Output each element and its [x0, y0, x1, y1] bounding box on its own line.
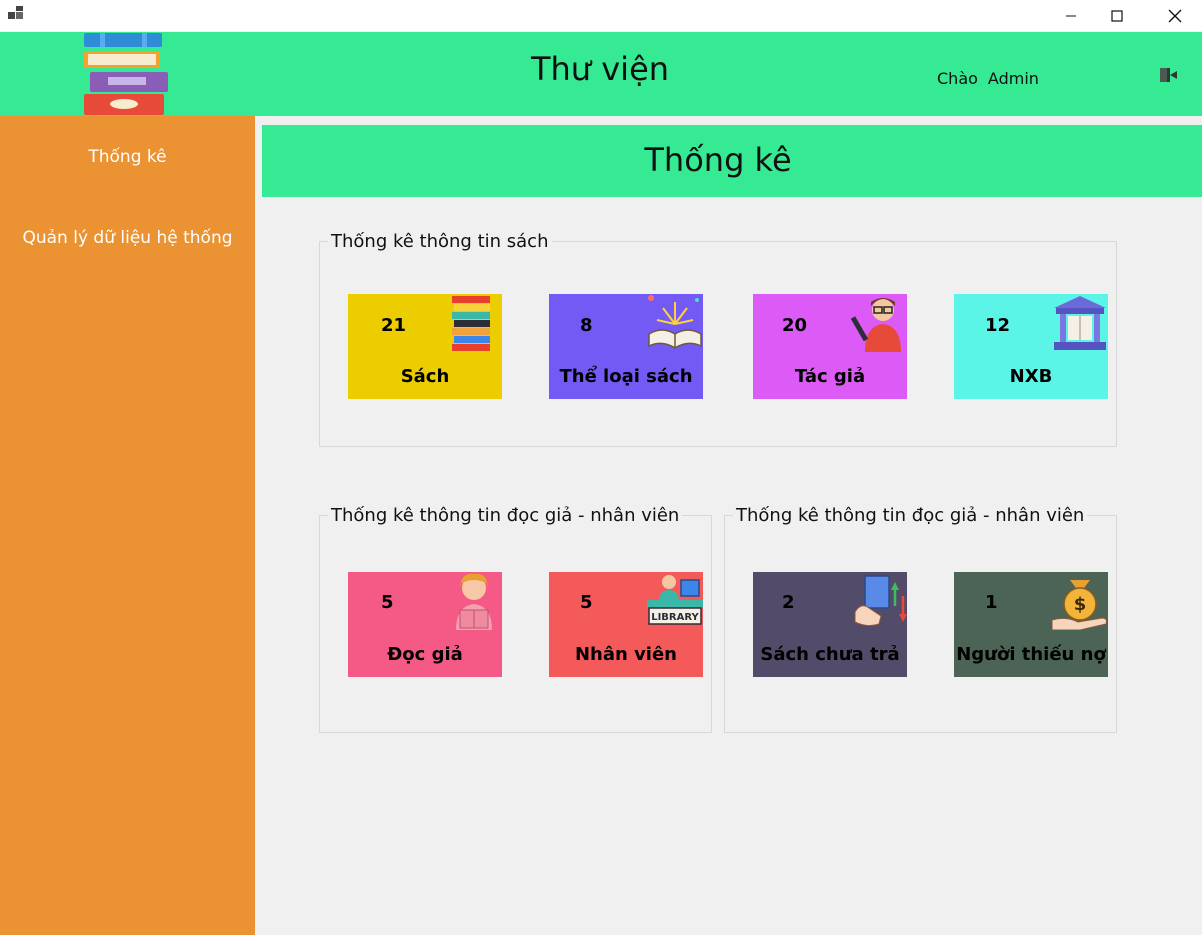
maximize-icon: [1111, 9, 1123, 22]
sidebar-item-data-management[interactable]: Quản lý dữ liệu hệ thống: [0, 228, 255, 248]
stat-card-debtors[interactable]: 1 Người thiếu nợ $: [954, 572, 1108, 677]
card-label: Thể loại sách: [559, 366, 693, 387]
books-logo-icon: [84, 33, 168, 115]
maximize-button[interactable]: [1094, 0, 1140, 31]
logout-icon[interactable]: [1158, 66, 1180, 84]
loans-debts-stats-group: Thống kê thông tin đọc giả - nhân viên 2…: [724, 505, 1117, 733]
app-header: Thư viện Chào Admin: [0, 32, 1202, 116]
minimize-button[interactable]: [1048, 0, 1094, 31]
group-title: Thống kê thông tin sách: [328, 231, 552, 252]
books-stack-icon: [452, 296, 490, 351]
sidebar: Thống kê Quản lý dữ liệu hệ thống: [0, 116, 255, 935]
books-stats-group: Thống kê thông tin sách 21 Sách 8 Thể lo…: [319, 231, 1117, 447]
card-label: Sách chưa trả: [760, 644, 900, 665]
stat-card-categories[interactable]: 8 Thể loại sách: [549, 294, 703, 399]
card-count: 5: [580, 592, 593, 613]
svg-text:LIBRARY: LIBRARY: [651, 612, 699, 623]
group-title: Thống kê thông tin đọc giả - nhân viên: [328, 505, 683, 526]
readers-staff-stats-group: Thống kê thông tin đọc giả - nhân viên 5…: [319, 505, 712, 733]
card-label: Tác giả: [794, 366, 866, 387]
stat-card-unreturned-books[interactable]: 2 Sách chưa trả: [753, 572, 907, 677]
card-label: Nhân viên: [574, 644, 678, 665]
greeting-label: Chào: [937, 69, 978, 88]
card-count: 2: [782, 592, 795, 613]
librarian-icon: LIBRARY: [647, 575, 703, 625]
card-count: 1: [985, 592, 998, 613]
card-count: 8: [580, 315, 593, 336]
stat-card-publishers[interactable]: 12 NXB: [954, 294, 1108, 399]
window-titlebar: [0, 0, 1202, 31]
reader-icon: [456, 573, 492, 630]
stat-card-books[interactable]: 21 Sách: [348, 294, 502, 399]
open-book-icon: [648, 295, 702, 349]
publisher-building-icon: [1054, 296, 1106, 350]
card-label: Người thiếu nợ: [956, 644, 1106, 665]
user-name: Admin: [987, 69, 1039, 88]
greeting: Chào Admin: [937, 69, 1049, 88]
sidebar-item-statistics[interactable]: Thống kê: [0, 147, 255, 167]
page-banner: Thống kê: [262, 125, 1202, 197]
close-icon: [1168, 9, 1182, 22]
page-title: Thống kê: [644, 141, 792, 179]
card-label: NXB: [1009, 366, 1053, 387]
minimize-icon: [1066, 15, 1076, 16]
card-count: 20: [782, 315, 808, 336]
card-count: 5: [381, 592, 394, 613]
card-count: 21: [381, 315, 407, 336]
card-label: Sách: [400, 366, 450, 387]
app-icon: [8, 6, 23, 19]
close-button[interactable]: [1152, 0, 1198, 31]
app-title: Thư viện: [530, 50, 670, 88]
stat-card-staff[interactable]: 5 Nhân viên LIBRARY: [549, 572, 703, 677]
card-label: Đọc giả: [387, 644, 463, 665]
card-count: 12: [985, 315, 1011, 336]
money-bag-icon: $: [1052, 580, 1107, 630]
stat-card-authors[interactable]: 20 Tác giả: [753, 294, 907, 399]
book-return-icon: [854, 575, 907, 627]
author-icon: [851, 298, 901, 352]
group-title: Thống kê thông tin đọc giả - nhân viên: [733, 505, 1088, 526]
stat-card-readers[interactable]: 5 Đọc giả: [348, 572, 502, 677]
svg-text:$: $: [1074, 594, 1087, 615]
